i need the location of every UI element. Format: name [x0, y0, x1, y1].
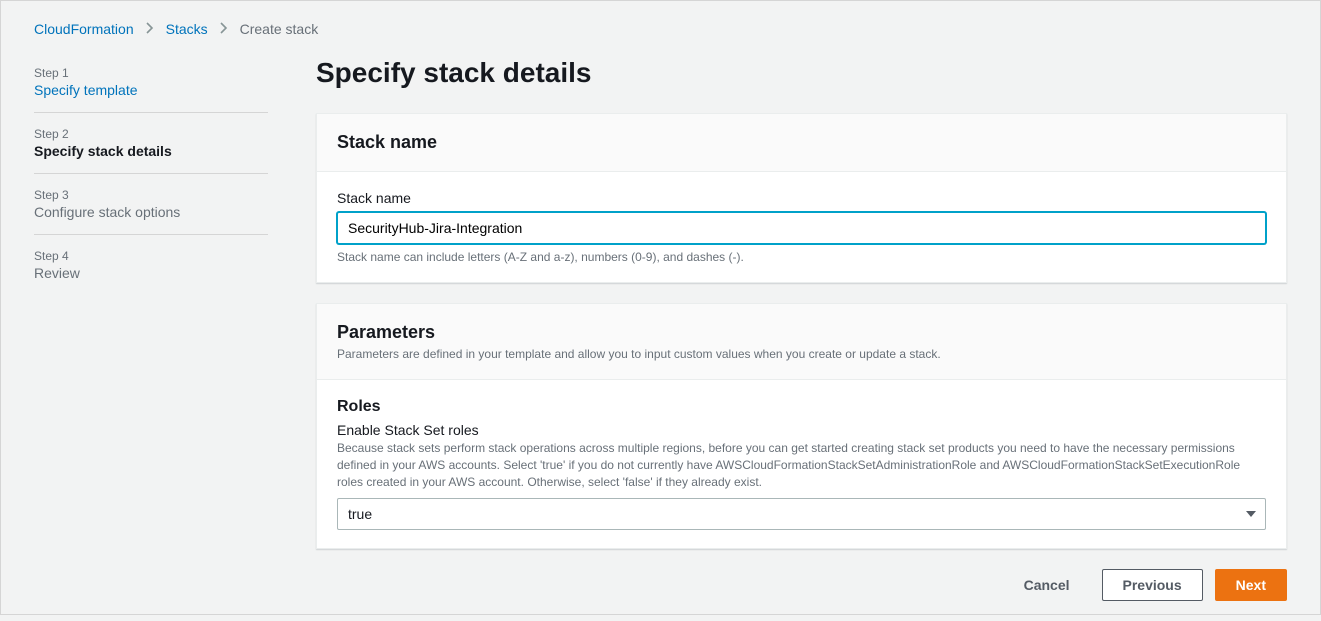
stack-name-heading: Stack name [337, 132, 1266, 153]
breadcrumb-stacks[interactable]: Stacks [166, 21, 208, 37]
step-number: Step 4 [34, 249, 268, 263]
step-title: Configure stack options [34, 204, 268, 220]
enable-stack-set-roles-label: Enable Stack Set roles [337, 422, 1266, 438]
step-configure-stack-options: Step 3 Configure stack options [34, 188, 268, 235]
parameters-panel: Parameters Parameters are defined in you… [316, 303, 1287, 549]
breadcrumb-cloudformation[interactable]: CloudFormation [34, 21, 134, 37]
page-title: Specify stack details [316, 57, 1287, 89]
cancel-button[interactable]: Cancel [1004, 569, 1090, 601]
select-value: true [348, 506, 372, 522]
enable-stack-set-roles-desc: Because stack sets perform stack operati… [337, 440, 1266, 490]
stack-name-helper: Stack name can include letters (A-Z and … [337, 250, 1266, 264]
previous-button[interactable]: Previous [1102, 569, 1203, 601]
step-number: Step 3 [34, 188, 268, 202]
step-specify-template[interactable]: Step 1 Specify template [34, 66, 268, 113]
step-number: Step 2 [34, 127, 268, 141]
step-number: Step 1 [34, 66, 268, 80]
parameters-desc: Parameters are defined in your template … [337, 347, 1266, 361]
roles-group-title: Roles [337, 398, 1266, 416]
next-button[interactable]: Next [1215, 569, 1287, 601]
step-review: Step 4 Review [34, 249, 268, 295]
stack-name-input[interactable] [337, 212, 1266, 244]
main-content: Specify stack details Stack name Stack n… [316, 57, 1287, 601]
stack-name-label: Stack name [337, 190, 1266, 206]
parameters-heading: Parameters [337, 322, 1266, 343]
breadcrumb-current: Create stack [240, 21, 319, 37]
step-title: Review [34, 265, 268, 281]
stack-name-panel: Stack name Stack name Stack name can inc… [316, 113, 1287, 283]
step-specify-stack-details: Step 2 Specify stack details [34, 127, 268, 174]
enable-stack-set-roles-select[interactable]: true [337, 498, 1266, 530]
breadcrumb: CloudFormation Stacks Create stack [1, 1, 1320, 57]
step-title: Specify template [34, 82, 268, 98]
chevron-right-icon [146, 21, 154, 37]
wizard-actions: Cancel Previous Next [316, 569, 1287, 601]
step-title: Specify stack details [34, 143, 268, 159]
chevron-right-icon [220, 21, 228, 37]
wizard-steps: Step 1 Specify template Step 2 Specify s… [34, 57, 268, 601]
